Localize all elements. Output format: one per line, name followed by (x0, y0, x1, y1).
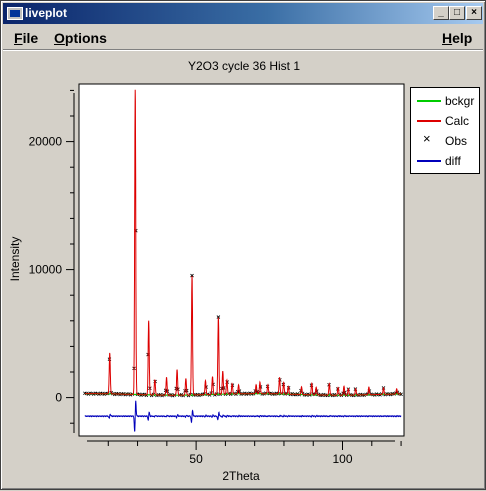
plot-canvas[interactable]: 0 10000 20000 50 100 2Theta Intensity (1, 1, 486, 491)
legend-swatch (417, 100, 441, 102)
legend-item-bckgr: bckgr (415, 92, 479, 110)
legend-label: bckgr (445, 94, 475, 108)
y-tick-label: 20000 (29, 135, 63, 149)
legend-item-obs: × Obs (415, 131, 479, 150)
x-tick-label: 50 (189, 452, 203, 466)
legend: bckgr Calc × Obs diff (410, 87, 480, 174)
legend-swatch (417, 120, 441, 122)
y-tick-label: 0 (55, 391, 62, 405)
legend-item-calc: Calc (415, 112, 479, 130)
legend-swatch (417, 160, 441, 162)
x-axis-label: 2Theta (222, 469, 260, 483)
plot-area (78, 83, 405, 437)
legend-label: diff (445, 154, 461, 168)
legend-item-diff: diff (415, 152, 479, 170)
legend-label: Obs (445, 134, 468, 148)
x-tick-label: 100 (332, 452, 352, 466)
y-tick-label: 10000 (29, 263, 63, 277)
liveplot-window: liveplot _ □ × File Options Help Y2O3 cy… (0, 0, 486, 490)
legend-label: Calc (445, 114, 470, 128)
x-marker-icon: × (423, 131, 431, 146)
y-axis-label: Intensity (8, 237, 22, 282)
